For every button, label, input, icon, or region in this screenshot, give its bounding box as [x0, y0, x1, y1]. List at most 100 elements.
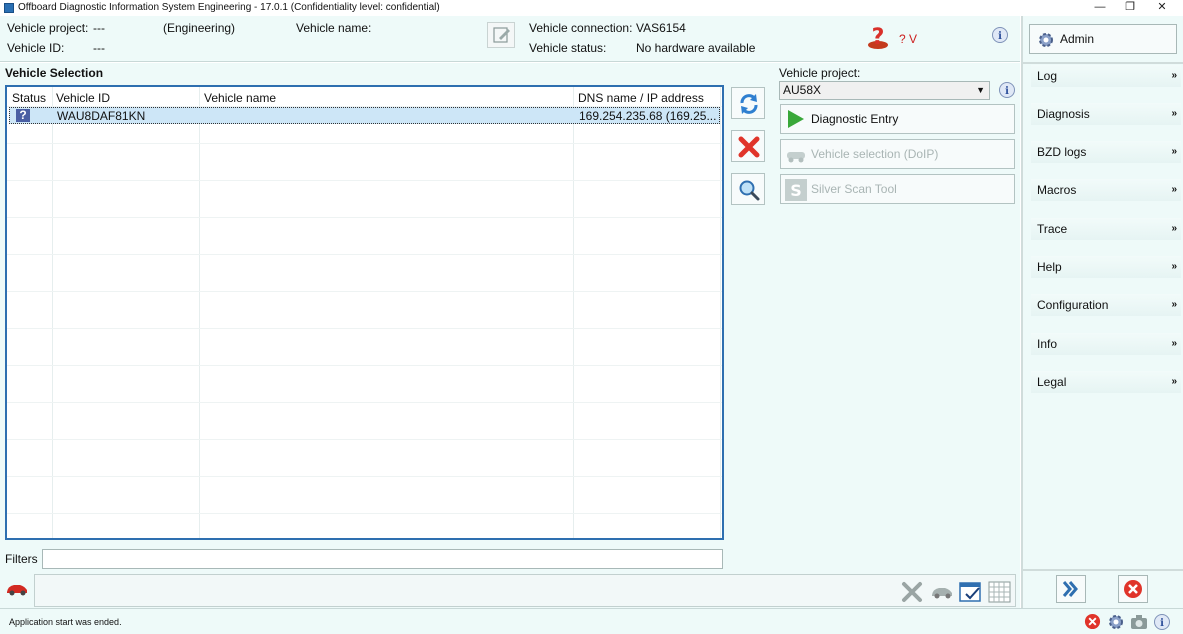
project-info-icon[interactable]: i: [998, 81, 1016, 102]
refresh-button[interactable]: [731, 87, 765, 119]
svg-text:i: i: [1005, 86, 1009, 97]
menu-item-legal[interactable]: Legal »: [1031, 371, 1181, 393]
chevron-down-icon: »: [1171, 376, 1177, 387]
right-menu-panel: Admin Log» Diagnosis» BZD logs» Macros» …: [1021, 16, 1183, 608]
car-network-icon: [787, 152, 805, 163]
search-button[interactable]: [731, 173, 765, 205]
grid-row-line: [7, 291, 722, 292]
window-title: Offboard Diagnostic Information System E…: [18, 2, 440, 13]
column-header-status[interactable]: Status: [12, 91, 46, 105]
voltage-help-icon: ?: [864, 24, 892, 52]
chevron-down-icon: »: [1171, 261, 1177, 272]
menu-item-configuration[interactable]: Configuration »: [1031, 294, 1181, 316]
column-header-vehicle-name[interactable]: Vehicle name: [204, 91, 276, 105]
menu-item-diagnosis[interactable]: Diagnosis »: [1031, 103, 1181, 125]
status-bar: Application start was ended. i: [0, 608, 1183, 634]
menu-item-trace[interactable]: Trace »: [1031, 218, 1181, 240]
svg-text:i: i: [998, 31, 1002, 42]
silver-scan-tool-label: Silver Scan Tool: [811, 182, 897, 196]
header-info-icon[interactable]: i: [991, 26, 1009, 47]
exit-button[interactable]: [1118, 575, 1148, 603]
chevron-down-icon: »: [1171, 338, 1177, 349]
edit-vehicle-icon[interactable]: [487, 22, 515, 48]
maximize-button[interactable]: ❐: [1113, 0, 1147, 16]
vehicle-id-value: ---: [93, 41, 105, 55]
forward-button[interactable]: [1056, 575, 1086, 603]
vehicle-project-value: ---: [93, 21, 105, 35]
window-titlebar: Offboard Diagnostic Information System E…: [0, 0, 1183, 16]
menu-item-info[interactable]: Info »: [1031, 333, 1181, 355]
delete-button[interactable]: [731, 130, 765, 162]
vehicle-grey-icon[interactable]: [930, 584, 954, 600]
silver-s-icon: S: [785, 179, 807, 201]
grid-column-divider: [52, 87, 53, 538]
menu-item-label: Log: [1037, 69, 1058, 83]
mode-label: (Engineering): [163, 21, 236, 35]
vehicle-project-label: Vehicle project:: [7, 21, 89, 35]
settings-icon[interactable]: [1107, 613, 1125, 631]
grid-row-line: [7, 143, 722, 144]
svg-text:S: S: [790, 181, 802, 200]
column-header-dns[interactable]: DNS name / IP address: [578, 91, 704, 105]
vehicle-selection-doip-label: Vehicle selection (DoIP): [811, 147, 939, 161]
row-dns: 169.254.235.68 (169.25...: [579, 109, 717, 123]
bottom-toolbar: [0, 573, 1020, 608]
diagnostic-entry-label: Diagnostic Entry: [811, 112, 899, 126]
menu-item-label: BZD logs: [1037, 145, 1087, 159]
grid-row-line: [7, 217, 722, 218]
table-grid-icon[interactable]: [988, 581, 1012, 603]
vehicle-connection-label: Vehicle connection:: [529, 21, 633, 35]
chevron-down-icon: ▼: [976, 85, 985, 95]
grid-column-divider: [573, 87, 574, 538]
info-icon[interactable]: i: [1153, 613, 1171, 631]
admin-label: Admin: [1060, 32, 1095, 46]
chevron-down-icon: »: [1171, 223, 1177, 234]
svg-text:?: ?: [872, 25, 885, 50]
menu-item-log[interactable]: Log »: [1031, 65, 1181, 87]
menu-item-help[interactable]: Help »: [1031, 256, 1181, 278]
grid-row-line: [7, 328, 722, 329]
chevron-down-icon: »: [1171, 70, 1177, 81]
car-icon: [7, 585, 27, 596]
admin-button[interactable]: Admin: [1029, 24, 1177, 54]
menu-item-macros[interactable]: Macros »: [1031, 179, 1181, 201]
project-label: Vehicle project:: [779, 66, 861, 80]
grid-row-line: [7, 402, 722, 403]
status-unknown-icon: ?: [16, 109, 30, 122]
silver-scan-tool-button[interactable]: S Silver Scan Tool: [780, 174, 1015, 204]
menu-item-label: Legal: [1037, 375, 1067, 389]
vehicle-grid[interactable]: Status Vehicle ID Vehicle name DNS name …: [5, 85, 724, 540]
vehicle-id-label: Vehicle ID:: [7, 41, 65, 55]
window-check-icon[interactable]: [959, 581, 983, 603]
vehicle-connection-value: VAS6154: [636, 21, 686, 35]
refresh-icon: [740, 94, 758, 114]
double-chevron-right-icon: [1062, 581, 1078, 597]
row-vehicle-id: WAU8DAF81KN: [57, 109, 146, 123]
diagnostic-entry-button[interactable]: Diagnostic Entry: [780, 104, 1015, 134]
filters-input[interactable]: [42, 549, 723, 569]
grid-row-line: [7, 180, 722, 181]
column-header-vehicle-id[interactable]: Vehicle ID: [56, 91, 110, 105]
vehicle-selection-doip-button[interactable]: Vehicle selection (DoIP): [780, 139, 1015, 169]
status-message: Application start was ended.: [9, 617, 122, 627]
vehicle-selection-title: Vehicle Selection: [5, 66, 104, 80]
grid-row-line: [7, 365, 722, 366]
close-window-button[interactable]: ✕: [1145, 0, 1179, 16]
grid-header: Status Vehicle ID Vehicle name DNS name …: [7, 89, 722, 106]
camera-icon[interactable]: [1130, 613, 1148, 631]
vehicle-status-value: No hardware available: [636, 41, 756, 55]
project-select[interactable]: AU58X ▼: [779, 81, 990, 100]
chevron-down-icon: »: [1171, 108, 1177, 119]
minimize-button[interactable]: —: [1083, 0, 1117, 16]
chevron-down-icon: »: [1171, 299, 1177, 310]
disconnect-icon[interactable]: [901, 581, 923, 603]
menu-item-label: Info: [1037, 337, 1058, 351]
menu-item-label: Macros: [1037, 183, 1077, 197]
menu-item-bzd-logs[interactable]: BZD logs »: [1031, 141, 1181, 163]
bottom-toolbar-panel: [34, 574, 1016, 607]
svg-text:i: i: [1160, 618, 1164, 629]
error-icon[interactable]: [1084, 613, 1101, 630]
table-row[interactable]: ? WAU8DAF81KN 169.254.235.68 (169.25...: [9, 107, 720, 124]
chevron-down-icon: »: [1171, 184, 1177, 195]
filters-label: Filters: [5, 552, 38, 566]
